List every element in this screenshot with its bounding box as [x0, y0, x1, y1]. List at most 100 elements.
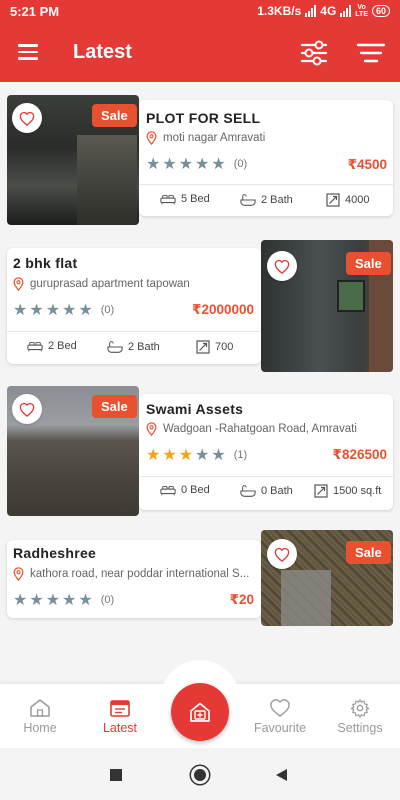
gear-icon	[350, 698, 370, 718]
status-bar: 5:21 PM 1.3KB/s 4G Vo LTE 60	[0, 0, 400, 24]
signal-icon-2	[340, 5, 352, 17]
nav-latest[interactable]: Latest	[80, 684, 160, 748]
star-icon: ★	[29, 592, 44, 609]
rating-stars-4: ★ ★ ★ ★ ★ (0)	[13, 590, 114, 610]
network-type: 4G	[320, 4, 337, 18]
listing-title-3: Swami Assets	[146, 401, 244, 417]
card-divider-3	[139, 476, 393, 477]
area-size-1: 4000	[326, 193, 369, 207]
listing-price-3: ₹826500	[332, 447, 387, 462]
sale-badge-2: Sale	[346, 252, 391, 275]
card-divider-1	[139, 184, 393, 185]
location-text: guruprasad apartment tapowan	[30, 278, 190, 290]
listing-title-1: PLOT FOR SELL	[146, 110, 261, 126]
area-label-1: 4000	[345, 194, 370, 206]
area-label-3: 1500 sq.ft	[333, 485, 382, 497]
bath-count-3: 0 Bath	[240, 484, 293, 498]
star-icon: ★	[211, 156, 226, 173]
filter-sliders-icon[interactable]	[299, 38, 329, 68]
star-icon: ★	[13, 302, 28, 319]
volte-indicator: Vo LTE	[355, 4, 368, 18]
app-bar: Latest	[0, 24, 400, 82]
star-icon: ★	[195, 447, 210, 464]
home-icon	[30, 698, 50, 717]
nav-favourite[interactable]: Favourite	[240, 684, 320, 748]
listing-title-4: Radheshree	[13, 545, 97, 561]
nav-latest-label: Latest	[102, 720, 138, 735]
sort-lines-icon[interactable]	[356, 42, 386, 64]
lte-text: LTE	[355, 11, 368, 18]
system-navigation-bar	[0, 748, 400, 800]
add-property-fab[interactable]	[171, 683, 229, 741]
star-icon: ★	[29, 302, 44, 319]
star-icon: ★	[211, 447, 226, 464]
bath-label-1: 2 Bath	[261, 194, 293, 206]
nav-home-label: Home	[23, 720, 57, 735]
status-indicators: 1.3KB/s 4G Vo LTE 60	[257, 4, 390, 18]
location-text: moti nagar Amravati	[163, 132, 266, 144]
location-pin-icon	[13, 277, 24, 291]
home-circle-icon[interactable]	[191, 766, 209, 784]
hamburger-menu-icon[interactable]	[18, 44, 38, 60]
bed-label-2: 2 Bed	[48, 340, 77, 352]
status-time: 5:21 PM	[10, 4, 60, 19]
bed-count-2: 2 Bed	[27, 340, 77, 352]
area-size-2: 700	[196, 340, 233, 354]
bed-count-3: 0 Bed	[160, 484, 210, 496]
favourite-heart-icon-1[interactable]	[12, 103, 42, 133]
favourite-heart-icon-2[interactable]	[267, 251, 297, 281]
nav-settings[interactable]: Settings	[320, 684, 400, 748]
signal-icon	[305, 5, 317, 17]
listing-location-4: kathora road, near poddar international …	[13, 567, 257, 581]
bed-label-1: 5 Bed	[181, 193, 210, 205]
rating-stars-3: ★ ★ ★ ★ ★ (1)	[146, 445, 247, 465]
recents-square-icon[interactable]	[110, 769, 122, 781]
listing-location-3: Wadgoan -Rahatgoan Road, Amravati	[146, 422, 390, 436]
rating-stars-1: ★ ★ ★ ★ ★ (0)	[146, 154, 247, 174]
favourite-heart-icon-3[interactable]	[12, 394, 42, 424]
bath-icon	[240, 485, 256, 497]
star-icon: ★	[146, 447, 161, 464]
listing-location-1: moti nagar Amravati	[146, 131, 386, 145]
area-icon	[196, 340, 210, 354]
bed-icon	[160, 485, 176, 496]
star-icon: ★	[45, 302, 61, 319]
nav-home[interactable]: Home	[0, 684, 80, 748]
sale-badge-3: Sale	[92, 395, 137, 418]
listing-price-1: ₹4500	[347, 157, 387, 172]
bed-icon	[27, 341, 43, 352]
star-icon: ★	[78, 592, 93, 609]
sale-badge-1: Sale	[92, 104, 137, 127]
location-pin-icon	[146, 131, 157, 145]
star-icon: ★	[195, 156, 210, 173]
favourite-heart-icon-4[interactable]	[267, 539, 297, 569]
net-speed: 1.3KB/s	[257, 4, 302, 18]
area-icon	[326, 193, 340, 207]
card-divider-2	[7, 331, 261, 332]
rating-count: (1)	[233, 449, 248, 461]
area-icon	[314, 484, 328, 498]
bath-count-2: 2 Bath	[107, 340, 160, 354]
star-icon: ★	[45, 592, 61, 609]
bath-icon	[240, 194, 256, 206]
bath-icon	[107, 341, 123, 353]
bed-label-3: 0 Bed	[181, 484, 210, 496]
star-icon: ★	[162, 156, 177, 173]
star-icon: ★	[146, 156, 161, 173]
star-icon: ★	[178, 156, 194, 173]
add-home-icon	[190, 702, 210, 722]
sale-badge-4: Sale	[346, 541, 391, 564]
bath-label-2: 2 Bath	[128, 341, 160, 353]
location-text: Wadgoan -Rahatgoan Road, Amravati	[163, 423, 357, 435]
rating-count: (0)	[100, 594, 115, 606]
location-pin-icon	[13, 567, 24, 581]
listing-price-2: ₹2000000	[192, 302, 254, 317]
bath-count-1: 2 Bath	[240, 193, 293, 207]
bath-label-3: 0 Bath	[261, 485, 293, 497]
listing-location-2: guruprasad apartment tapowan	[13, 277, 257, 291]
rating-stars-2: ★ ★ ★ ★ ★ (0)	[13, 300, 114, 320]
nav-settings-label: Settings	[337, 720, 383, 735]
listing-title-2: 2 bhk flat	[13, 255, 78, 271]
latest-calendar-icon	[110, 699, 130, 717]
back-triangle-icon[interactable]	[274, 768, 288, 782]
